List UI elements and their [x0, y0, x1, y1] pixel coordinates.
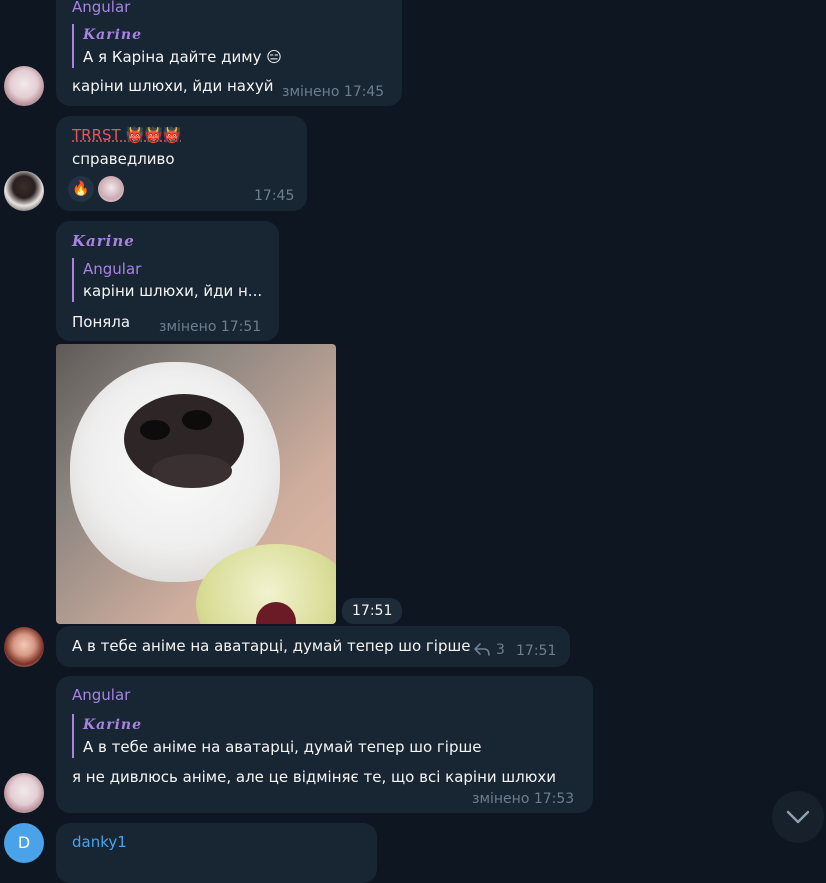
- chevron-down-icon: [786, 810, 810, 824]
- message-image[interactable]: [56, 344, 336, 624]
- sender-name[interactable]: Karine: [72, 232, 135, 250]
- reaction-avatar: [98, 176, 124, 202]
- avatar[interactable]: [4, 171, 44, 211]
- message-text: каріни шлюхи, йди нахуй: [72, 77, 274, 95]
- message-time: змінено 17:53: [472, 791, 575, 807]
- message-bubble-danky1[interactable]: danky1: [56, 823, 377, 883]
- reactions[interactable]: 🔥: [68, 176, 124, 202]
- monkey-mouth: [152, 454, 232, 488]
- message-time: змінено 17:51: [159, 319, 262, 335]
- monkey-eye: [140, 420, 170, 440]
- replies-count: 3: [496, 642, 505, 658]
- sender-name[interactable]: danky1: [72, 833, 127, 851]
- quote-text: каріни шлюхи, йди н...: [83, 282, 263, 300]
- replies-indicator[interactable]: 3: [474, 642, 505, 658]
- reply-quote[interactable]: Karine А я Каріна дайте диму 😑: [72, 24, 282, 68]
- quote-text: А я Каріна дайте диму 😑: [83, 48, 282, 66]
- message-time: 17:51: [516, 643, 557, 659]
- message-text: А в тебе аніме на аватарці, думай тепер …: [72, 637, 471, 655]
- sender-name[interactable]: Angular: [72, 0, 130, 16]
- message-bubble-angular-2[interactable]: Angular Karine А в тебе аніме на аватарц…: [56, 676, 593, 813]
- message-text: я не дивлюсь аніме, але це відміняє те, …: [72, 768, 556, 786]
- scroll-to-bottom-button[interactable]: [772, 791, 824, 843]
- avatar[interactable]: [4, 627, 44, 667]
- message-bubble-girl[interactable]: А в тебе аніме на аватарці, думай тепер …: [56, 626, 570, 667]
- avatar[interactable]: [4, 773, 44, 813]
- monkey-eye: [182, 410, 212, 430]
- message-time: 17:51: [342, 598, 403, 624]
- message-bubble-karine[interactable]: Karine Angular каріни шлюхи, йди н... По…: [56, 221, 279, 341]
- reaction-fire[interactable]: 🔥: [68, 176, 94, 202]
- sender-name[interactable]: Angular: [72, 686, 130, 704]
- quote-sender-name: Karine: [83, 717, 143, 733]
- message-bubble-trrst[interactable]: TRRST 👹👹👹 справедливо 🔥 17:45: [56, 116, 307, 211]
- reply-arrow-icon: [474, 643, 490, 656]
- sender-name[interactable]: TRRST 👹👹👹: [72, 126, 182, 144]
- message-time: змінено 17:45: [282, 84, 385, 100]
- avatar[interactable]: [4, 66, 44, 106]
- avatar[interactable]: D: [4, 823, 44, 863]
- message-text: справедливо: [72, 150, 175, 168]
- message-text: Поняла: [72, 313, 131, 331]
- reply-quote[interactable]: Angular каріни шлюхи, йди н...: [72, 258, 262, 302]
- message-time: 17:45: [254, 188, 295, 204]
- quote-text: А в тебе аніме на аватарці, думай тепер …: [83, 738, 482, 756]
- message-bubble-angular-1[interactable]: Angular Karine А я Каріна дайте диму 😑 к…: [56, 0, 402, 106]
- quote-sender-name: Karine: [83, 27, 143, 43]
- reply-quote[interactable]: Karine А в тебе аніме на аватарці, думай…: [72, 714, 481, 758]
- quote-sender-name: Angular: [83, 260, 142, 278]
